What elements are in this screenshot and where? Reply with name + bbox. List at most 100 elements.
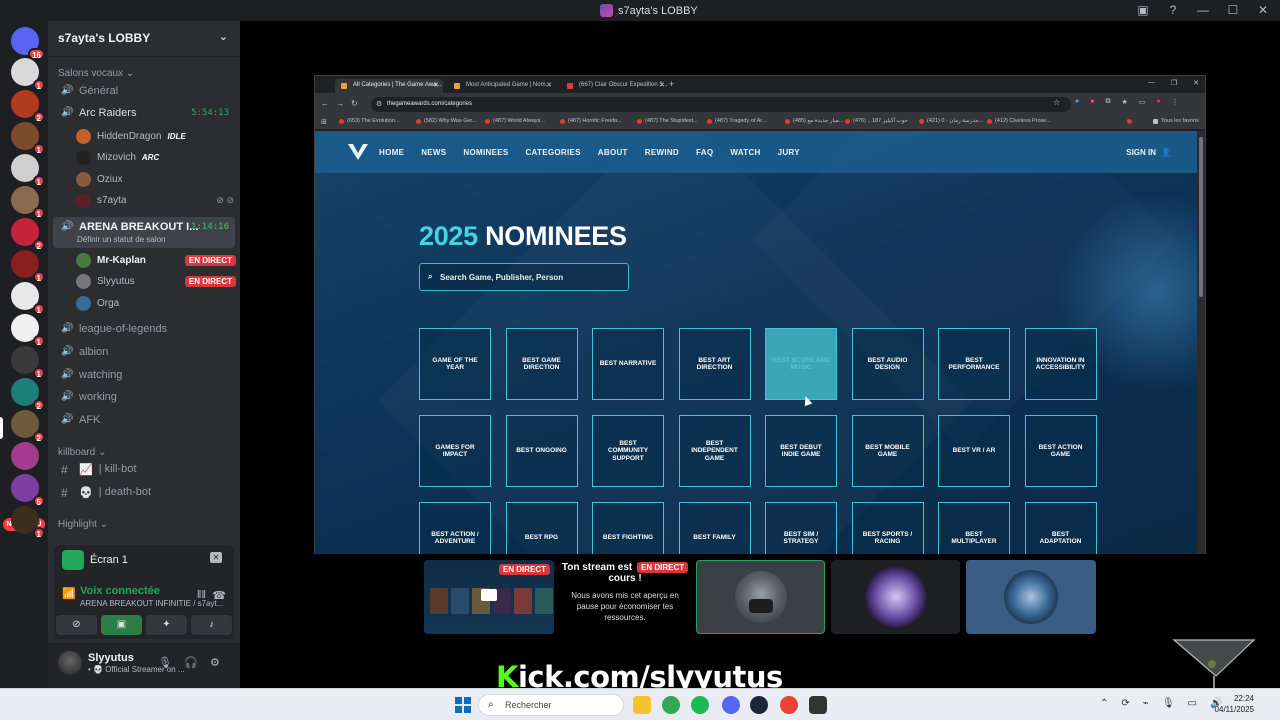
stream-preview-self[interactable]: EN DIRECT bbox=[424, 560, 554, 634]
category-voice[interactable]: Salons vocaux ⌄ bbox=[58, 68, 134, 79]
server-icon[interactable]: 2 bbox=[11, 410, 45, 443]
bookmark-item[interactable]: (487) Tragedy of Ar... bbox=[707, 118, 766, 124]
category-card[interactable]: Best Fighting bbox=[592, 502, 664, 554]
live-badge[interactable]: EN DIRECT bbox=[184, 275, 236, 287]
bookmark-item[interactable]: (485) ميار جديدة مع... bbox=[785, 118, 843, 124]
sign-in-link[interactable]: SIGN IN 👤 bbox=[1126, 148, 1171, 157]
mic-icon[interactable]: 🎙 bbox=[1162, 698, 1175, 709]
game-icon[interactable] bbox=[809, 696, 827, 714]
server-icon[interactable]: 1 bbox=[11, 506, 45, 539]
bookmark-item[interactable]: (412) Clueless Prose... bbox=[987, 118, 1051, 124]
participant-tile-avatar[interactable] bbox=[966, 560, 1096, 634]
category-card[interactable]: Best Game Direction bbox=[505, 328, 578, 400]
channel-status[interactable]: Définir un statut de salon bbox=[77, 235, 166, 244]
clock[interactable]: 22:24 04/11/2025 bbox=[1215, 693, 1254, 715]
sync-icon[interactable]: ⟳ bbox=[1121, 698, 1129, 709]
game-awards-logo-icon[interactable] bbox=[347, 142, 369, 162]
extension-icon[interactable]: ● bbox=[1075, 98, 1079, 106]
activities-button[interactable]: ✦ bbox=[146, 615, 187, 635]
bookmark-item[interactable]: (487) Horrific Freefa... bbox=[560, 118, 622, 124]
server-icon[interactable]: 1 bbox=[11, 250, 45, 283]
sidebar-icon[interactable]: ▭ bbox=[1139, 98, 1146, 106]
category-card[interactable]: Best Ongoing bbox=[505, 415, 578, 487]
server-icon[interactable]: 1 bbox=[11, 154, 45, 187]
category-card[interactable]: Best Action Game bbox=[1024, 415, 1097, 487]
voice-user[interactable]: Slyyutus EN DIRECT bbox=[76, 271, 236, 291]
category-card[interactable]: Best VR / AR bbox=[938, 415, 1010, 487]
voice-user[interactable]: Mr-Kaplan EN DIRECT bbox=[76, 250, 236, 270]
settings-icon[interactable]: ⚙ bbox=[210, 656, 220, 669]
screen-share-button[interactable]: ▣ bbox=[101, 615, 142, 635]
page-scrollbar[interactable] bbox=[1197, 131, 1205, 554]
category-card[interactable]: Best Audio Design bbox=[851, 328, 924, 400]
category-card[interactable]: Best Debut Indie Game bbox=[765, 415, 837, 487]
category-card[interactable]: Game of the Year bbox=[419, 328, 491, 400]
channel-arena-breakout[interactable]: 🔊 ARENA BREAKOUT I... 1:14:16 Définir un… bbox=[53, 217, 235, 248]
category-killboard[interactable]: killboard ⌄ bbox=[58, 447, 106, 458]
category-highlight[interactable]: Highlight ⌄ bbox=[58, 519, 108, 530]
noise-suppression-icon[interactable]: ‖‖ bbox=[197, 589, 206, 601]
bookmarks-icon[interactable]: ★ bbox=[1121, 98, 1127, 106]
voice-connected-label[interactable]: Voix connectée bbox=[80, 585, 160, 597]
server-icon[interactable] bbox=[11, 442, 39, 470]
minimize-icon[interactable]: — bbox=[1148, 79, 1155, 87]
nav-link-about[interactable]: ABOUT bbox=[598, 148, 628, 157]
nav-buttons[interactable]: ←→↻ bbox=[321, 99, 365, 108]
category-card[interactable]: Best Narrative bbox=[592, 328, 664, 400]
bookmark-item[interactable]: (653) The Evolution... bbox=[339, 118, 399, 124]
nav-link-nominees[interactable]: NOMINEES bbox=[463, 148, 508, 157]
discord-icon[interactable] bbox=[722, 696, 740, 714]
close-screen-icon[interactable]: ✕ bbox=[210, 552, 222, 563]
nav-link-news[interactable]: NEWS bbox=[421, 148, 446, 157]
bookmark-item[interactable]: (421) مدرسة رمان - 0... bbox=[919, 118, 983, 124]
server-icon[interactable]: 1 bbox=[11, 186, 45, 219]
avatar[interactable] bbox=[58, 651, 82, 675]
search-input[interactable]: ⌕ Search Game, Publisher, Person bbox=[419, 263, 629, 291]
category-card[interactable]: Best Mobile Game bbox=[851, 415, 924, 487]
channel-working[interactable]: 🔊 working bbox=[53, 387, 235, 408]
category-card[interactable]: Best Independent Game bbox=[678, 415, 751, 487]
menu-icon[interactable]: ⋮ bbox=[1172, 98, 1179, 106]
display-icon[interactable]: ▭ bbox=[1188, 698, 1197, 709]
network-icon[interactable]: ⌁ bbox=[1143, 698, 1149, 709]
category-card[interactable]: Best Action / Adventure bbox=[419, 502, 491, 554]
taskbar-search[interactable]: ⌕ Rechercher bbox=[478, 694, 624, 716]
server-icon[interactable]: 1 bbox=[11, 58, 45, 91]
category-card[interactable]: Innovation in Accessibility bbox=[1024, 328, 1097, 400]
server-icon[interactable]: 2 bbox=[11, 90, 45, 123]
server-icon[interactable]: 1 bbox=[11, 282, 45, 315]
camera-off-button[interactable]: ⊘ bbox=[56, 615, 97, 635]
maximize-icon[interactable]: ☐ bbox=[1226, 3, 1240, 17]
voice-user[interactable]: Mizovich ARC bbox=[76, 147, 236, 167]
category-card[interactable]: Best Community Support bbox=[592, 415, 664, 487]
bookmark-item[interactable]: (487) The Stupidest... bbox=[637, 118, 698, 124]
bookmark-item[interactable]: (487) World Always... bbox=[485, 118, 545, 124]
extension-icon[interactable]: ● bbox=[1090, 98, 1094, 106]
nav-link-watch[interactable]: WATCH bbox=[730, 148, 760, 157]
category-card[interactable]: Best Adaptation bbox=[1024, 502, 1097, 554]
soundboard-button[interactable]: ♪ bbox=[191, 615, 232, 635]
voice-user[interactable]: HiddenDragon IDLE bbox=[76, 126, 236, 146]
channel-arc-raiders[interactable]: 🔊 Arc Raiders 5:54:13 bbox=[53, 103, 235, 124]
chevron-up-icon[interactable]: ⌃ bbox=[1100, 698, 1108, 709]
url-field[interactable]: ⚙ thegameawards.com/categories bbox=[371, 97, 1071, 112]
inbox-icon[interactable]: ▣ bbox=[1136, 3, 1150, 17]
category-card[interactable]: Best Multiplayer bbox=[938, 502, 1010, 554]
voice-user[interactable]: Oziux bbox=[76, 169, 236, 189]
voice-user[interactable]: s7ayta ⊘ ⊘ bbox=[76, 190, 236, 210]
chrome-icon-2[interactable] bbox=[780, 696, 798, 714]
server-icon[interactable]: 1 bbox=[11, 122, 45, 155]
channel-general[interactable]: 🔊 Général bbox=[53, 81, 235, 102]
apps-grid-icon[interactable]: ⊞ bbox=[321, 118, 327, 126]
server-icon[interactable]: 1 bbox=[11, 314, 45, 347]
server-icon[interactable]: 5 bbox=[11, 474, 45, 507]
category-card[interactable]: Best Performance bbox=[938, 328, 1010, 400]
server-icon[interactable]: 2 bbox=[11, 378, 45, 411]
close-tab-icon[interactable]: ✕ bbox=[433, 81, 439, 89]
server-icon[interactable]: 2 bbox=[11, 218, 45, 251]
mic-icon[interactable]: 🎙 bbox=[158, 656, 172, 669]
nav-link-jury[interactable]: JURY bbox=[778, 148, 800, 157]
bookmark-star-icon[interactable]: ☆ bbox=[1053, 98, 1060, 107]
profile-icon[interactable]: ● bbox=[1156, 98, 1160, 106]
puzzle-icon[interactable]: ⧉ bbox=[1105, 98, 1110, 106]
